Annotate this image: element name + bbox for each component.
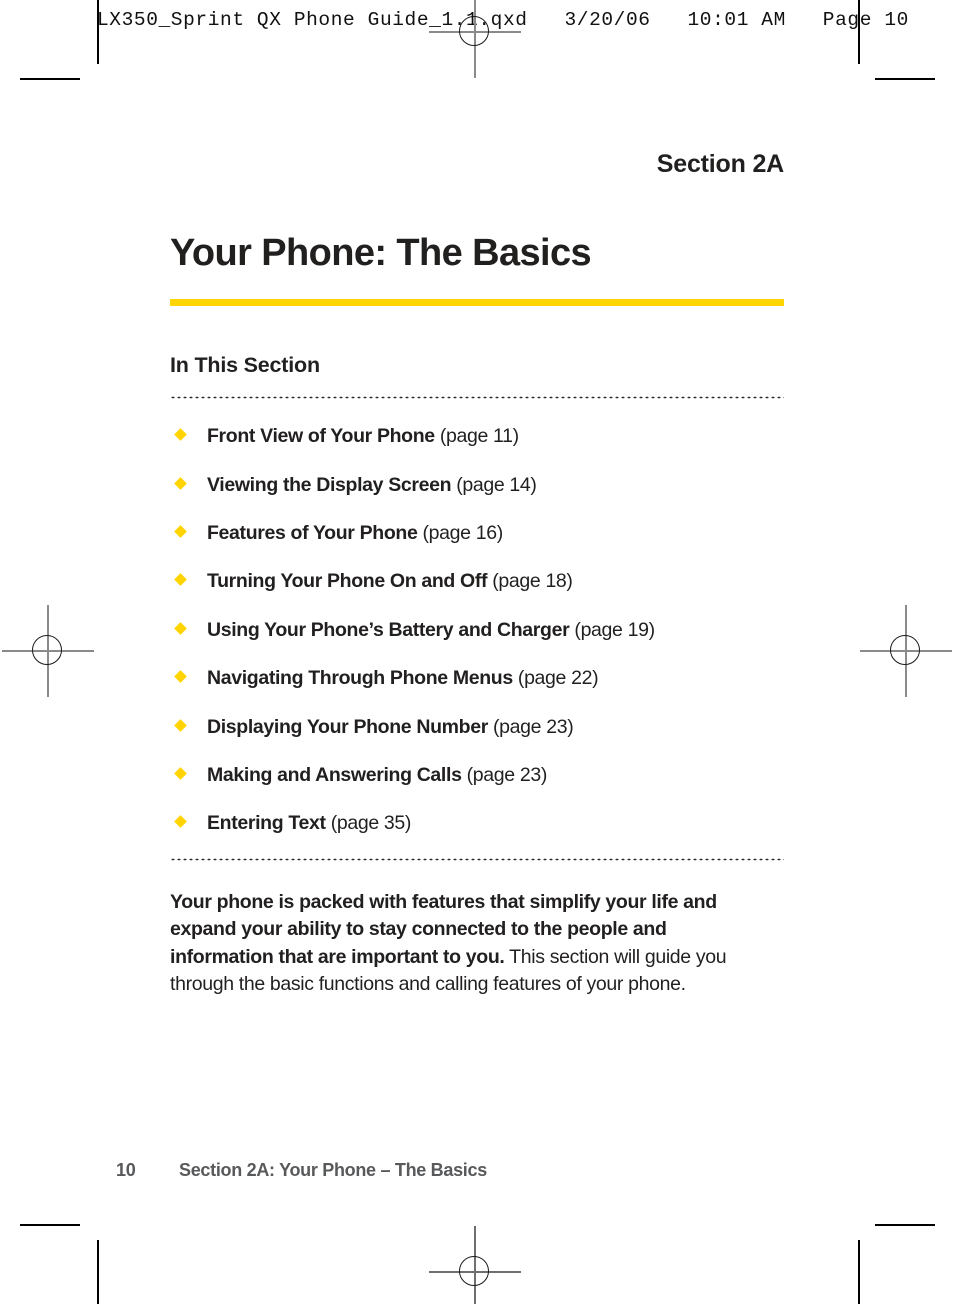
- diamond-bullet-icon: [174, 428, 187, 442]
- list-item-label: Using Your Phone’s Battery and Charger: [207, 618, 570, 641]
- crop-mark-top-left-horizontal: [20, 78, 80, 80]
- page-title: Your Phone: The Basics: [170, 232, 592, 274]
- in-this-section-heading: In This Section: [170, 353, 320, 378]
- dotted-rule-top: [170, 396, 784, 400]
- list-item[interactable]: Viewing the Display Screen (page 14): [170, 474, 784, 497]
- list-item-label: Turning Your Phone On and Off: [207, 570, 488, 593]
- diamond-bullet-icon: [174, 718, 187, 732]
- list-item-page: (page 22): [517, 667, 599, 690]
- list-item[interactable]: Navigating Through Phone Menus (page 22): [170, 667, 784, 690]
- registration-mark-bottom-icon: [429, 1226, 521, 1304]
- crop-mark-bottom-left-vertical: [97, 1240, 99, 1304]
- list-item-page: (page 11): [439, 425, 519, 448]
- document-page: LX350_Sprint QX Phone Guide_1.1.qxd 3/20…: [0, 0, 954, 1304]
- list-item[interactable]: Making and Answering Calls (page 23): [170, 764, 784, 787]
- crop-mark-bottom-left-horizontal: [20, 1224, 80, 1226]
- list-item-label: Front View of Your Phone: [207, 425, 435, 448]
- registration-mark-left-icon: [2, 605, 94, 697]
- list-item-label: Making and Answering Calls: [207, 763, 462, 786]
- crop-mark-top-left-vertical: [97, 0, 99, 64]
- list-item-label: Viewing the Display Screen: [207, 473, 452, 496]
- diamond-bullet-icon: [174, 573, 187, 587]
- diamond-bullet-icon: [174, 815, 187, 829]
- footer-breadcrumb: Section 2A: Your Phone – The Basics: [179, 1160, 487, 1180]
- crop-mark-top-right-horizontal: [875, 78, 935, 80]
- footer-page-number: 10: [116, 1160, 136, 1180]
- dotted-rule-bottom: [170, 857, 784, 861]
- list-item-page: (page 23): [466, 763, 548, 786]
- crop-mark-top-right-vertical: [858, 0, 860, 64]
- list-item[interactable]: Front View of Your Phone (page 11): [170, 425, 784, 448]
- crop-mark-bottom-right-horizontal: [875, 1224, 935, 1226]
- list-item[interactable]: Using Your Phone’s Battery and Charger (…: [170, 619, 784, 642]
- list-item-page: (page 16): [422, 521, 504, 544]
- diamond-bullet-icon: [174, 476, 187, 490]
- list-item-label: Features of Your Phone: [207, 521, 418, 544]
- list-item-label: Displaying Your Phone Number: [207, 715, 488, 738]
- page-content: Section 2A Your Phone: The Basics In Thi…: [170, 0, 784, 1018]
- diamond-bullet-icon: [174, 621, 187, 635]
- list-item[interactable]: Entering Text (page 35): [170, 812, 784, 835]
- diamond-bullet-icon: [174, 670, 187, 684]
- list-item-page: (page 35): [330, 812, 412, 835]
- section-label: Section 2A: [656, 150, 784, 178]
- in-this-section-list: Front View of Your Phone (page 11) Viewi…: [170, 425, 784, 836]
- title-accent-rule: [170, 299, 784, 307]
- diamond-bullet-icon: [174, 767, 187, 780]
- list-item[interactable]: Displaying Your Phone Number (page 23): [170, 716, 784, 739]
- intro-paragraph: Your phone is packed with features that …: [170, 889, 762, 999]
- list-item-label: Entering Text: [207, 812, 326, 835]
- list-item-page: (page 14): [456, 473, 537, 496]
- list-item-page: (page 19): [574, 618, 655, 641]
- list-item[interactable]: Turning Your Phone On and Off (page 18): [170, 570, 784, 593]
- diamond-bullet-icon: [174, 525, 187, 538]
- page-footer: 10 Section 2A: Your Phone – The Basics: [116, 1160, 487, 1181]
- crop-mark-bottom-right-vertical: [858, 1240, 860, 1304]
- list-item-page: (page 23): [493, 715, 574, 738]
- registration-mark-right-icon: [860, 605, 952, 697]
- list-item-page: (page 18): [492, 570, 573, 593]
- list-item[interactable]: Features of Your Phone (page 16): [170, 522, 784, 545]
- list-item-label: Navigating Through Phone Menus: [207, 667, 513, 690]
